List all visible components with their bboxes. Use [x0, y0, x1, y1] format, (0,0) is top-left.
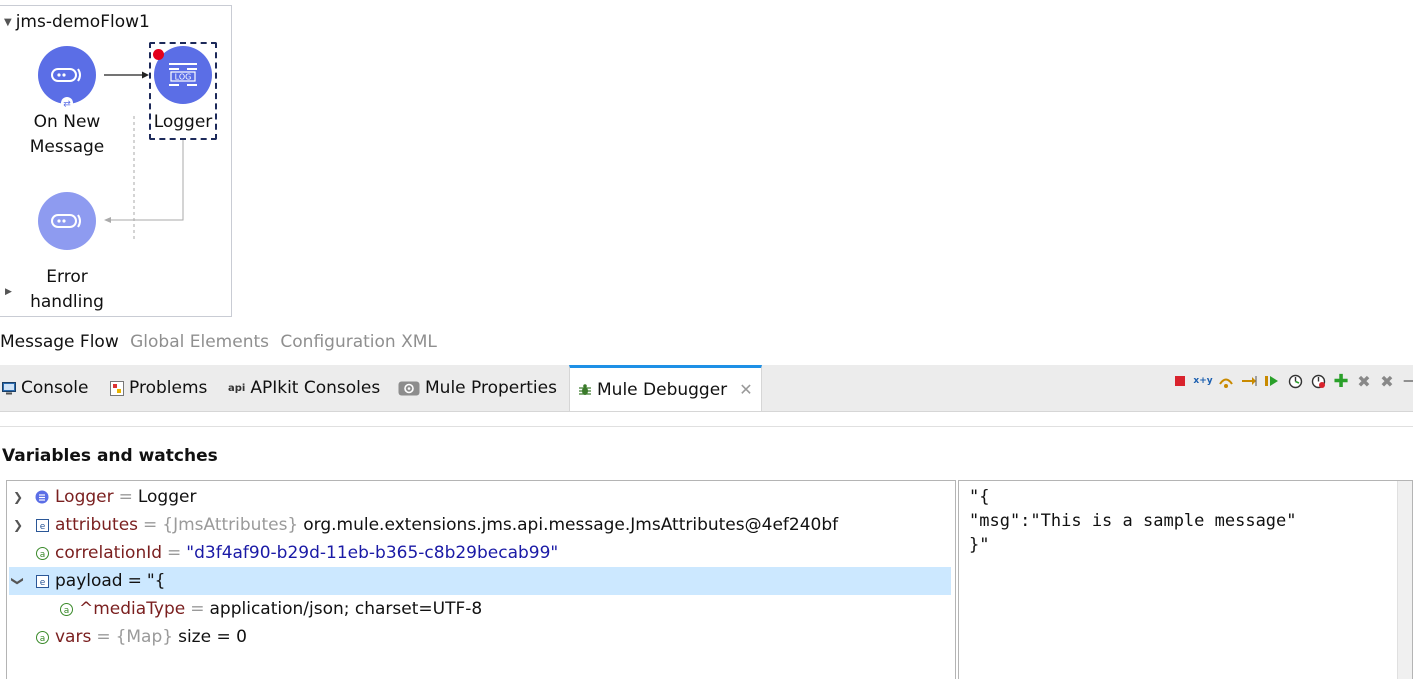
detail-scrollbar[interactable] — [1397, 481, 1412, 679]
flow-canvas: ▼ jms-demoFlow1 ⇄ On New Message LOG Logg… — [0, 5, 232, 317]
tab-mule-properties[interactable]: Mule Properties — [398, 365, 557, 411]
close-tab-icon[interactable]: ✕ — [739, 380, 752, 399]
tab-global-elements[interactable]: Global Elements — [130, 332, 269, 352]
step-into-icon[interactable] — [1241, 373, 1257, 389]
value-detail-pane[interactable]: "{ "msg":"This is a sample message" }" — [958, 480, 1413, 679]
resume-icon[interactable] — [1264, 373, 1280, 389]
breakpoint-icon[interactable] — [153, 49, 164, 60]
expand-chevron-icon[interactable]: ❯ — [9, 490, 27, 504]
tab-problems[interactable]: Problems — [110, 365, 207, 411]
tab-mule-debugger[interactable]: Mule Debugger ✕ — [569, 365, 762, 411]
object-icon: e — [35, 574, 49, 588]
variables-tree[interactable]: ❯ Logger = Logger ❯ e attributes = {JmsA… — [6, 480, 956, 679]
collapse-triangle-icon[interactable]: ▼ — [4, 17, 12, 28]
svg-text:a: a — [39, 549, 45, 559]
debugger-toolbar: x+y ✚ ✖ ✖ — — [1172, 371, 1413, 392]
add-icon[interactable]: ✚ — [1333, 371, 1349, 392]
svg-text:⇄: ⇄ — [63, 100, 71, 110]
skip-breakpoints-icon[interactable] — [1310, 373, 1326, 389]
svg-text:e: e — [39, 522, 45, 532]
stop-icon[interactable] — [1172, 373, 1188, 389]
tree-row-logger[interactable]: ❯ Logger = Logger — [9, 483, 951, 511]
collapse-chevron-icon[interactable]: ❯ — [11, 572, 25, 590]
tree-row-attributes[interactable]: ❯ e attributes = {JmsAttributes} org.mul… — [9, 511, 951, 539]
debugger-icon — [578, 383, 592, 397]
editor-tabs: Message Flow Global Elements Configurati… — [0, 332, 443, 352]
separator — [0, 426, 1413, 427]
tree-row-correlation-id[interactable]: a correlationId = "d3f4af90-b29d-11eb-b3… — [9, 539, 951, 567]
tab-configuration-xml[interactable]: Configuration XML — [280, 332, 436, 352]
remove-icon[interactable]: ✖ — [1356, 372, 1372, 391]
evaluate-expression-icon[interactable]: x+y — [1193, 373, 1212, 389]
processor-icon — [35, 490, 49, 504]
api-icon: api — [228, 382, 246, 394]
refresh-badge-icon: ⇄ — [61, 97, 73, 110]
object-icon: e — [35, 518, 49, 532]
on-new-message-label: On New Message — [29, 112, 105, 157]
attribute-icon: a — [59, 602, 73, 616]
svg-text:a: a — [63, 605, 69, 615]
attribute-icon: a — [35, 546, 49, 560]
problems-icon — [110, 380, 124, 396]
tree-row-payload[interactable]: ❯ e payload = "{ — [9, 567, 951, 595]
run-to-processor-icon[interactable] — [1287, 373, 1303, 389]
tab-message-flow[interactable]: Message Flow — [0, 332, 119, 352]
jms-connector-icon — [51, 214, 81, 228]
expand-triangle-icon[interactable]: ▶ — [5, 287, 12, 297]
error-handling-label: Error handling — [30, 267, 104, 312]
properties-icon — [398, 381, 420, 396]
svg-text:a: a — [39, 633, 45, 643]
expand-chevron-icon[interactable]: ❯ — [9, 518, 27, 532]
tab-apikit-consoles[interactable]: api APIkit Consoles — [228, 365, 380, 411]
attribute-icon: a — [35, 630, 49, 644]
value-detail-text[interactable]: "{ "msg":"This is a sample message" }" — [969, 485, 1297, 557]
jms-connector-icon — [51, 68, 81, 82]
svg-text:LOG: LOG — [175, 73, 192, 82]
variables-section-title: Variables and watches — [2, 446, 218, 466]
logger-icon: LOG — [169, 63, 197, 86]
tree-row-media-type[interactable]: a ^mediaType = application/json; charset… — [9, 595, 951, 623]
tree-row-vars[interactable]: a vars = {Map} size = 0 — [9, 623, 951, 651]
remove-all-icon[interactable]: ✖ — [1379, 372, 1395, 391]
console-icon — [2, 381, 16, 395]
tab-console[interactable]: Console — [2, 365, 89, 411]
svg-text:e: e — [39, 578, 45, 588]
step-over-icon[interactable] — [1218, 373, 1234, 389]
minimize-icon[interactable]: — — [1402, 373, 1413, 389]
flow-title[interactable]: ▼ jms-demoFlow1 — [4, 12, 150, 32]
logger-label: Logger — [153, 112, 213, 132]
error-handling-node[interactable] — [38, 192, 96, 250]
